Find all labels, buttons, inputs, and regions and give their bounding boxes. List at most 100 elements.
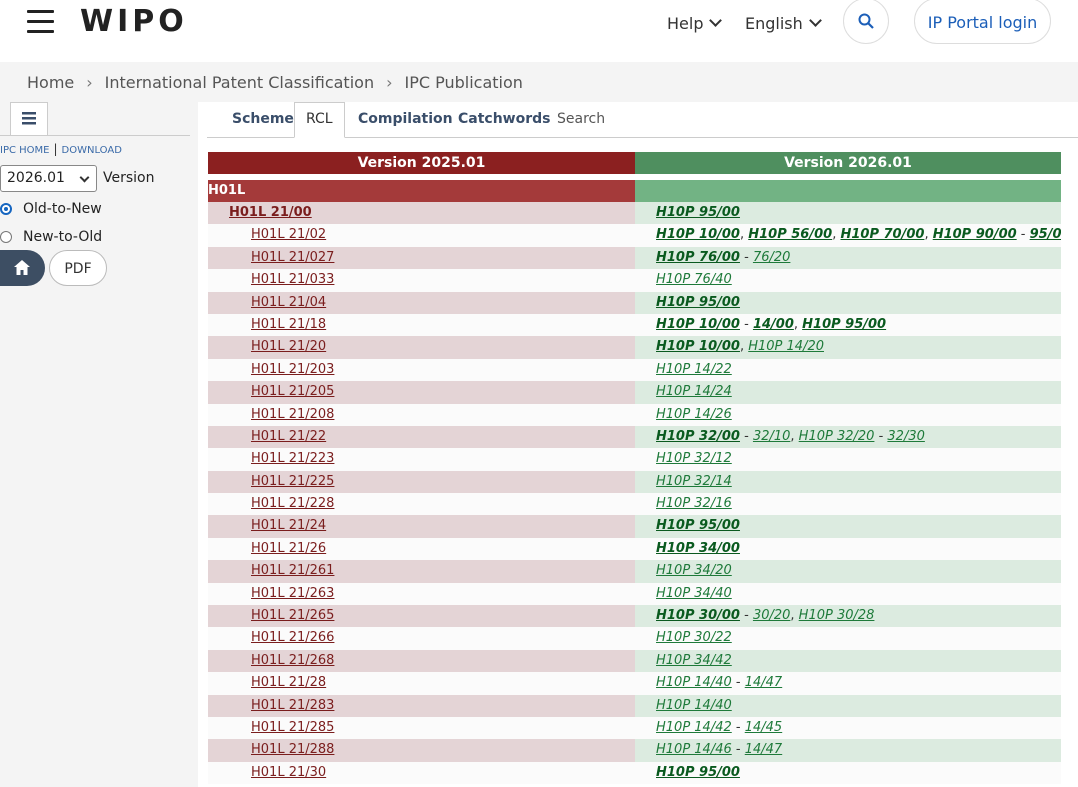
old-code-link[interactable]: H01L 21/033 — [251, 272, 334, 287]
new-code-link[interactable]: H10P 95/00 — [656, 765, 740, 780]
new-code-link[interactable]: H10P 76/00 — [656, 250, 740, 265]
download-link[interactable]: DOWNLOAD — [62, 145, 122, 156]
old-code-link[interactable]: H01L 21/02 — [251, 227, 326, 242]
language-menu[interactable]: English — [745, 14, 822, 33]
new-code-link[interactable]: H10P 95/00 — [656, 295, 740, 310]
new-code-link[interactable]: H10P 30/22 — [656, 630, 732, 645]
new-code-link[interactable]: H10P 95/00 — [802, 317, 886, 332]
sidebar-toggle-button[interactable] — [10, 102, 48, 136]
new-code-link[interactable]: H10P 34/20 — [656, 563, 732, 578]
new-code-link[interactable]: H10P 56/00 — [748, 227, 832, 242]
new-code-link[interactable]: H10P 14/40 — [656, 698, 732, 713]
old-to-new-label[interactable]: Old-to-New — [23, 201, 102, 217]
new-to-old-radio[interactable] — [0, 231, 12, 243]
old-code-link[interactable]: H01L 21/268 — [251, 653, 334, 668]
new-code-link[interactable]: H10P 32/12 — [656, 451, 732, 466]
table-row: H01L 21/18 H10P 10/00 - 14/00, H10P 95/00 — [208, 313, 1061, 337]
new-code-link[interactable]: H10P 34/00 — [656, 541, 740, 556]
new-code-link[interactable]: H10P 32/20 — [799, 429, 875, 444]
new-code-link[interactable]: H10P 30/00 — [656, 608, 740, 623]
old-code-link[interactable]: H01L 21/263 — [251, 586, 334, 601]
new-code-link[interactable]: H10P 14/20 — [748, 339, 824, 354]
new-code-link[interactable]: H10P 30/28 — [799, 608, 875, 623]
wipo-logo[interactable]: WIPO — [80, 4, 188, 39]
version-select[interactable]: 2026.01 — [0, 165, 97, 192]
tab-search[interactable]: Search — [557, 111, 605, 127]
table-row: H01L 21/027 H10P 76/00 - 76/20 — [208, 246, 1061, 270]
new-code-link[interactable]: 14/47 — [745, 742, 782, 757]
old-code-link[interactable]: H01L 21/205 — [251, 384, 334, 399]
breadcrumb-ipc[interactable]: International Patent Classification — [105, 73, 374, 92]
old-code-link[interactable]: H01L 21/285 — [251, 720, 334, 735]
new-code-link[interactable]: H10P 10/00 — [656, 339, 740, 354]
old-code-link[interactable]: H01L 21/22 — [251, 429, 326, 444]
pdf-button[interactable]: PDF — [49, 250, 107, 286]
new-code-link[interactable]: H10P 14/24 — [656, 384, 732, 399]
help-menu[interactable]: Help — [667, 14, 723, 33]
old-code-cell: H01L 21/283 — [208, 694, 635, 717]
new-code-cell: H10P 14/40 - 14/47 — [635, 672, 1061, 695]
new-code-link[interactable]: H10P 14/26 — [656, 407, 732, 422]
new-code-link[interactable]: H10P 34/42 — [656, 653, 732, 668]
new-code-link[interactable]: H10P 14/22 — [656, 362, 732, 377]
code-separator: - — [731, 675, 745, 691]
old-code-link[interactable]: H01L 21/225 — [251, 474, 334, 489]
new-code-link[interactable]: 95/00 — [1030, 227, 1061, 242]
table-row: H01L 21/208 H10P 14/26 — [208, 403, 1061, 426]
new-code-link[interactable]: 14/00 — [753, 317, 794, 332]
old-code-link[interactable]: H01L 21/265 — [251, 608, 334, 623]
old-code-link[interactable]: H01L 21/00 — [229, 205, 312, 220]
old-code-link[interactable]: H01L 21/228 — [251, 496, 334, 511]
ip-portal-login-button[interactable]: IP Portal login — [914, 0, 1051, 44]
new-code-link[interactable]: H10P 14/42 — [656, 720, 732, 735]
new-code-link[interactable]: 14/47 — [745, 675, 782, 690]
table-row: H01L 21/205 H10P 14/24 — [208, 381, 1061, 404]
new-code-link[interactable]: 30/20 — [753, 608, 790, 623]
version-label: Version — [103, 170, 155, 186]
old-code-link[interactable]: H01L 21/24 — [251, 518, 326, 533]
new-code-link[interactable]: H10P 34/40 — [656, 586, 732, 601]
hamburger-menu-icon[interactable] — [27, 10, 54, 34]
new-code-link[interactable]: H10P 10/00 — [656, 227, 740, 242]
old-code-link[interactable]: H01L 21/223 — [251, 451, 334, 466]
home-button[interactable] — [0, 250, 45, 286]
old-code-link[interactable]: H01L 21/28 — [251, 675, 326, 690]
new-code-link[interactable]: H10P 32/14 — [656, 474, 732, 489]
new-code-link[interactable]: 14/45 — [745, 720, 782, 735]
ipc-home-link[interactable]: IPC HOME — [0, 145, 49, 156]
tab-catchwords[interactable]: Catchwords — [458, 111, 551, 127]
old-code-link[interactable]: H01L 21/26 — [251, 541, 326, 556]
new-code-link[interactable]: H10P 95/00 — [656, 518, 740, 533]
new-code-link[interactable]: H10P 95/00 — [656, 205, 740, 220]
tab-rcl[interactable]: RCL — [294, 102, 345, 138]
new-code-link[interactable]: H10P 32/16 — [656, 496, 732, 511]
old-code-cell: H01L 21/00 — [208, 202, 635, 225]
new-code-link[interactable]: H10P 90/00 — [933, 227, 1017, 242]
tab-compilation[interactable]: Compilation — [358, 111, 453, 127]
new-code-link[interactable]: 32/30 — [887, 429, 924, 444]
old-code-link[interactable]: H01L 21/027 — [251, 250, 334, 265]
new-code-link[interactable]: H10P 70/00 — [840, 227, 924, 242]
old-code-link[interactable]: H01L 21/208 — [251, 407, 334, 422]
new-code-link[interactable]: H10P 14/46 — [656, 742, 732, 757]
new-code-link[interactable]: 76/20 — [753, 250, 790, 265]
old-code-link[interactable]: H01L 21/20 — [251, 339, 326, 354]
old-code-link[interactable]: H01L 21/18 — [251, 317, 326, 332]
old-code-link[interactable]: H01L 21/30 — [251, 765, 326, 780]
new-code-link[interactable]: H10P 10/00 — [656, 317, 740, 332]
new-to-old-label[interactable]: New-to-Old — [23, 229, 102, 245]
new-code-link[interactable]: H10P 76/40 — [656, 272, 732, 287]
old-to-new-radio[interactable] — [0, 203, 12, 215]
old-code-link[interactable]: H01L 21/261 — [251, 563, 334, 578]
old-code-link[interactable]: H01L 21/283 — [251, 698, 334, 713]
old-code-link[interactable]: H01L 21/266 — [251, 630, 334, 645]
old-code-link[interactable]: H01L 21/04 — [251, 295, 326, 310]
new-code-link[interactable]: H10P 14/40 — [656, 675, 732, 690]
old-code-link[interactable]: H01L 21/288 — [251, 742, 334, 757]
tab-scheme[interactable]: Scheme — [232, 111, 294, 127]
search-button[interactable] — [843, 0, 889, 44]
new-code-link[interactable]: H10P 32/00 — [656, 429, 740, 444]
new-code-link[interactable]: 32/10 — [753, 429, 790, 444]
breadcrumb-home[interactable]: Home — [27, 73, 74, 92]
old-code-link[interactable]: H01L 21/203 — [251, 362, 334, 377]
